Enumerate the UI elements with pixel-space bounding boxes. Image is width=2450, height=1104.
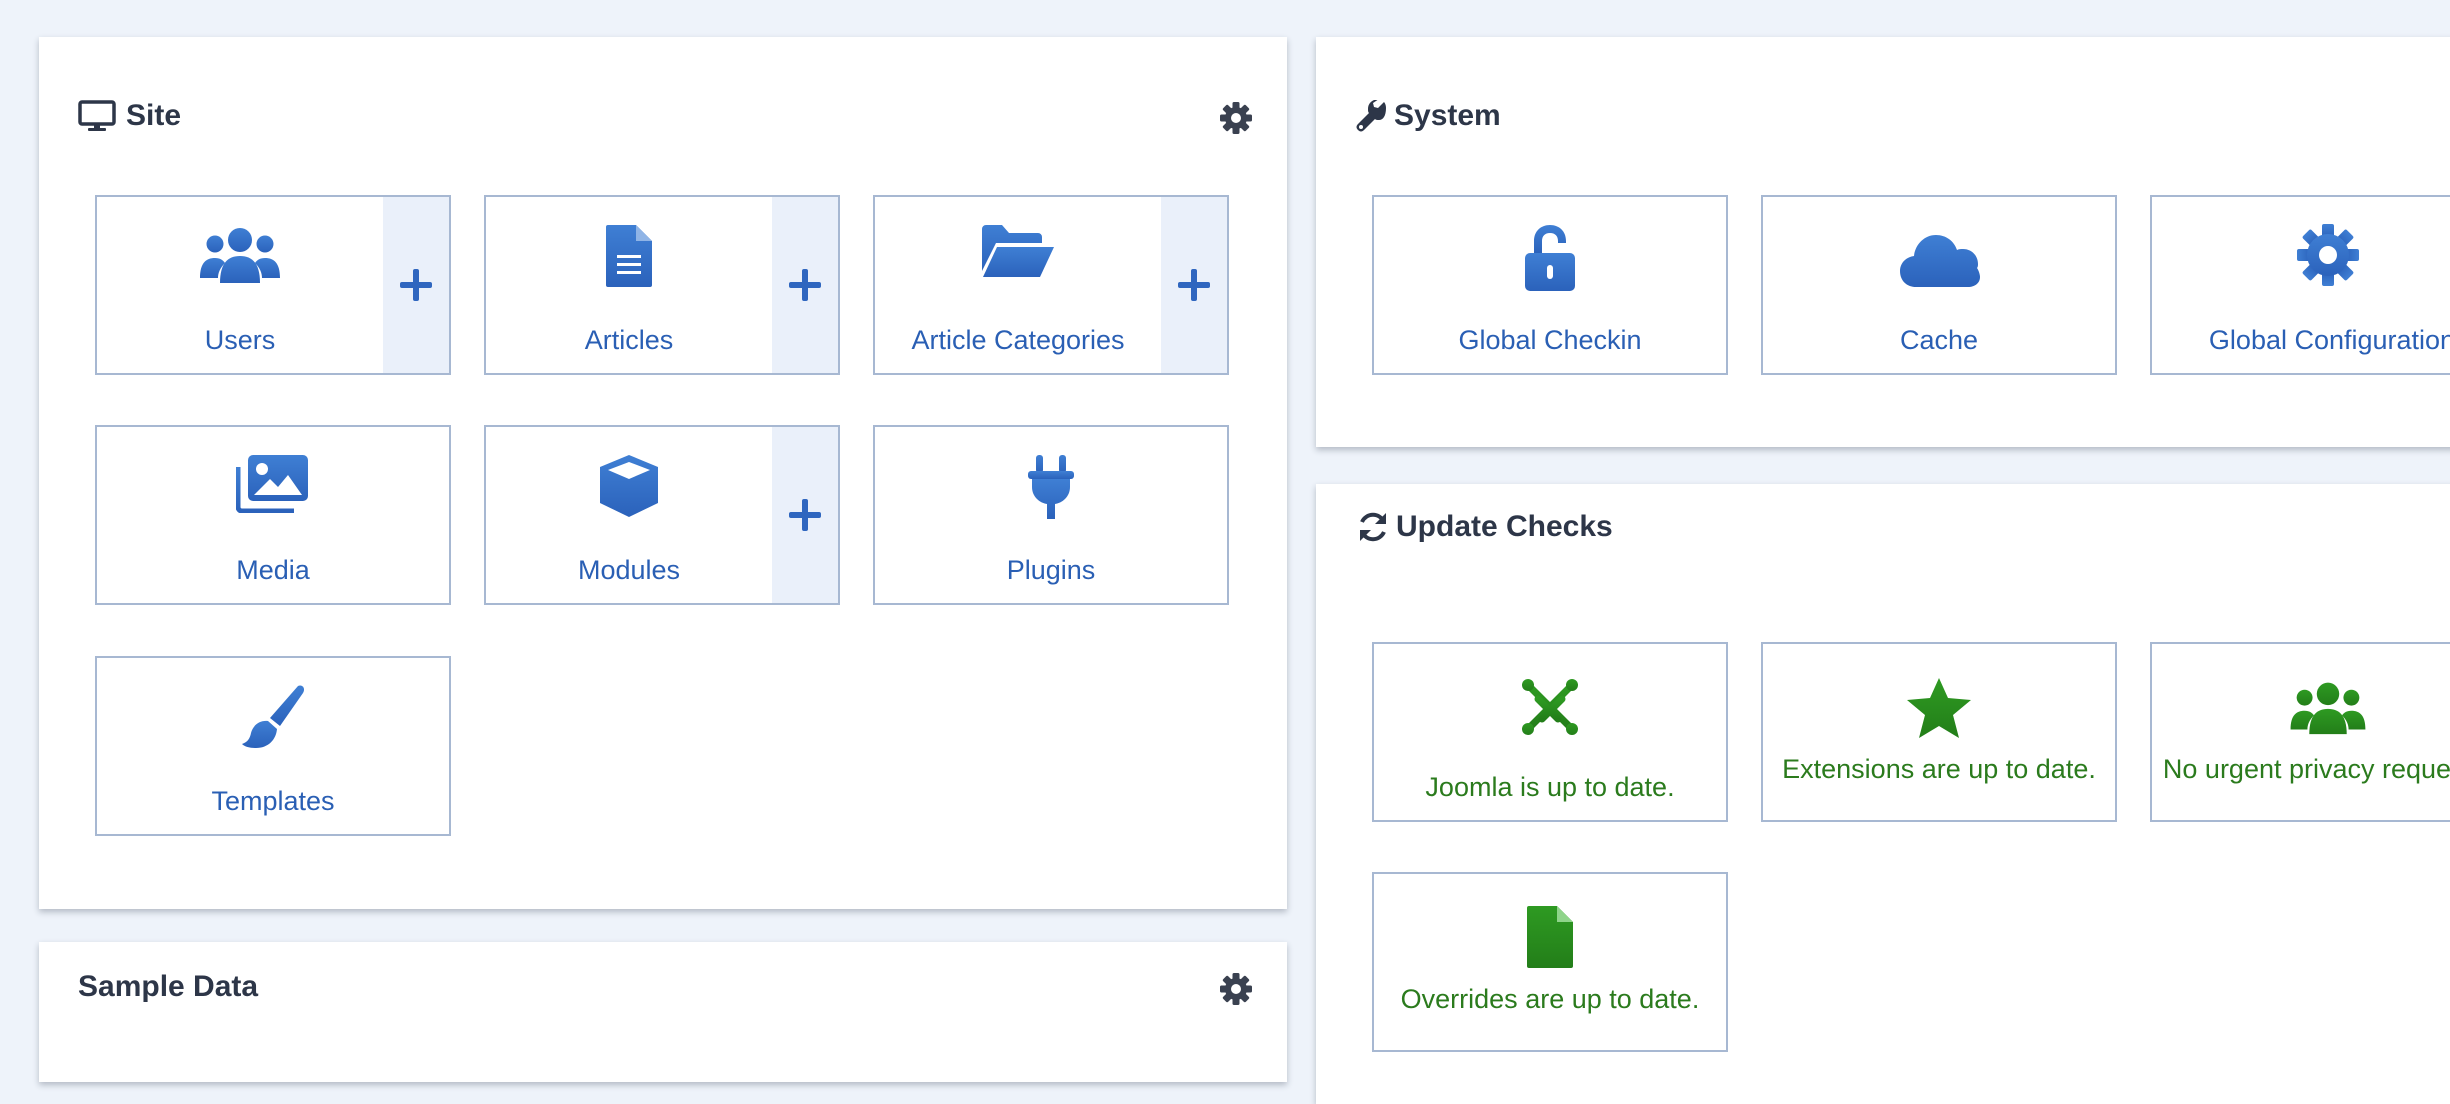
tile-templates-label: Templates <box>211 786 335 816</box>
tile-extensions-update[interactable]: Extensions are up to date. <box>1761 642 2117 822</box>
tile-modules[interactable]: Modules <box>484 425 840 605</box>
tile-global-checkin[interactable]: Global Checkin <box>1372 195 1728 375</box>
site-options-gear-icon[interactable] <box>1219 101 1253 135</box>
tile-plugins-label: Plugins <box>1006 555 1096 585</box>
tile-users-link[interactable]: Users <box>97 197 383 373</box>
cog-icon <box>2296 223 2360 292</box>
tile-plugins[interactable]: Plugins <box>873 425 1229 605</box>
users-icon <box>2286 678 2370 741</box>
update-checks-card-header: Update Checks <box>1356 510 1613 544</box>
add-module-button[interactable] <box>772 427 838 603</box>
users-icon <box>198 223 282 290</box>
tile-plugins-link[interactable]: Plugins <box>875 427 1227 603</box>
tile-extensions-update-label: Extensions are up to date. <box>1782 754 2096 784</box>
system-card-title: System <box>1394 99 1501 132</box>
tile-article-categories-link[interactable]: Article Categories <box>875 197 1161 373</box>
tile-media-link[interactable]: Media <box>97 427 449 603</box>
folder-open-icon <box>980 223 1056 284</box>
plus-icon <box>789 499 821 531</box>
system-card: System Global Checkin Cache Global Confi… <box>1316 37 2450 447</box>
desktop-icon <box>78 100 116 132</box>
tile-cache-label: Cache <box>1899 325 1979 355</box>
update-checks-card: Update Checks Joomla is up to date. Exte… <box>1316 484 2450 1104</box>
tile-media-label: Media <box>236 555 310 585</box>
add-article-button[interactable] <box>772 197 838 373</box>
tile-cache[interactable]: Cache <box>1761 195 2117 375</box>
tile-article-categories-label: Article Categories <box>911 325 1125 355</box>
add-category-button[interactable] <box>1161 197 1227 373</box>
tile-global-configuration[interactable]: Global Configuration <box>2150 195 2450 375</box>
plus-icon <box>400 269 432 301</box>
tile-article-categories[interactable]: Article Categories <box>873 195 1229 375</box>
plus-icon <box>789 269 821 301</box>
file-icon <box>1525 904 1575 975</box>
tile-modules-link[interactable]: Modules <box>486 427 772 603</box>
file-alt-icon <box>604 223 654 294</box>
tile-extensions-update-link[interactable]: Extensions are up to date. <box>1763 644 2115 820</box>
tile-modules-label: Modules <box>577 555 681 585</box>
sample-data-options-gear-icon[interactable] <box>1219 972 1253 1006</box>
tile-articles-link[interactable]: Articles <box>486 197 772 373</box>
plug-icon <box>1026 453 1076 526</box>
tile-cache-link[interactable]: Cache <box>1763 197 2115 373</box>
images-icon <box>235 453 310 518</box>
tile-articles-label: Articles <box>584 325 674 355</box>
tile-privacy-requests-link[interactable]: No urgent privacy requests. <box>2152 644 2450 820</box>
cloud-icon <box>1898 231 1980 294</box>
system-card-header: System <box>1356 99 1501 133</box>
plus-icon <box>1178 269 1210 301</box>
tile-users-label: Users <box>204 325 276 355</box>
tile-users[interactable]: Users <box>95 195 451 375</box>
update-checks-card-title: Update Checks <box>1396 510 1613 543</box>
tile-global-checkin-label: Global Checkin <box>1458 325 1642 355</box>
tile-global-configuration-link[interactable]: Global Configuration <box>2152 197 2450 373</box>
sample-data-card-header: Sample Data <box>78 970 258 1004</box>
tile-articles[interactable]: Articles <box>484 195 840 375</box>
tile-overrides-update-label: Overrides are up to date. <box>1400 984 1700 1014</box>
tile-joomla-update[interactable]: Joomla is up to date. <box>1372 642 1728 822</box>
tile-templates-link[interactable]: Templates <box>97 658 449 834</box>
tile-privacy-requests[interactable]: No urgent privacy requests. <box>2150 642 2450 822</box>
sync-icon <box>1356 510 1390 544</box>
unlock-icon <box>1521 223 1579 298</box>
star-icon <box>1905 676 1973 745</box>
tile-joomla-update-label: Joomla is up to date. <box>1425 772 1675 802</box>
site-card-header: Site <box>78 99 181 133</box>
sample-data-card: Sample Data <box>39 942 1287 1082</box>
tile-overrides-update[interactable]: Overrides are up to date. <box>1372 872 1728 1052</box>
tile-templates[interactable]: Templates <box>95 656 451 836</box>
tile-privacy-requests-label: No urgent privacy requests. <box>2162 754 2450 784</box>
tile-global-checkin-link[interactable]: Global Checkin <box>1374 197 1726 373</box>
tile-joomla-update-link[interactable]: Joomla is up to date. <box>1374 644 1726 820</box>
wrench-icon <box>1356 100 1388 132</box>
add-user-button[interactable] <box>383 197 449 373</box>
paint-brush-icon <box>240 684 306 757</box>
joomla-icon <box>1521 678 1579 741</box>
tile-global-configuration-label: Global Configuration <box>2208 325 2450 355</box>
site-card-title: Site <box>126 99 182 132</box>
tile-media[interactable]: Media <box>95 425 451 605</box>
site-card: Site Users Articles Article Categories M… <box>39 37 1287 909</box>
tile-overrides-update-link[interactable]: Overrides are up to date. <box>1374 874 1726 1050</box>
cube-icon <box>596 453 662 524</box>
sample-data-card-title: Sample Data <box>78 970 259 1003</box>
